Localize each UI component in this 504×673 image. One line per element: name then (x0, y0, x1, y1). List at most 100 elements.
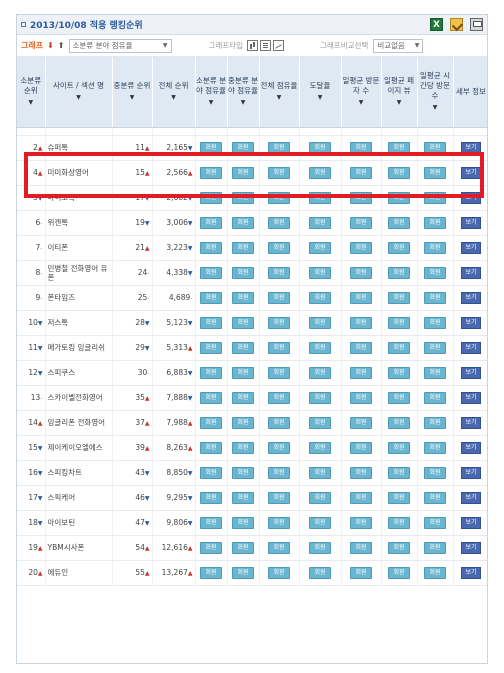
member-only-button[interactable]: 회원 (350, 266, 372, 279)
sort-triangle-icon[interactable]: ▼ (196, 98, 227, 108)
sort-triangle-icon[interactable]: ▼ (342, 98, 381, 108)
member-only-button[interactable]: 회원 (268, 416, 290, 429)
view-details-button[interactable]: 보기 (461, 291, 481, 304)
member-only-button[interactable]: 회원 (268, 366, 290, 379)
view-details-button[interactable]: 보기 (461, 366, 481, 379)
sort-triangle-icon[interactable]: ▼ (153, 93, 195, 103)
member-only-button[interactable]: 회원 (200, 566, 222, 579)
sort-triangle-icon[interactable]: ▼ (300, 93, 341, 103)
column-header-5[interactable]: 중분류 분야 점유율 ▼ (227, 57, 260, 128)
member-only-button[interactable]: 회원 (309, 566, 331, 579)
member-only-button[interactable]: 회원 (232, 466, 254, 479)
column-header-10[interactable]: 일평균 시간당 방문수 ▼ (417, 57, 454, 128)
member-only-button[interactable]: 회원 (268, 141, 290, 154)
member-only-button[interactable]: 회원 (388, 291, 410, 304)
member-only-button[interactable]: 회원 (350, 566, 372, 579)
site-name-link[interactable]: 아이고톡 (48, 193, 76, 202)
member-only-button[interactable]: 회원 (232, 491, 254, 504)
member-only-button[interactable]: 회원 (424, 566, 446, 579)
member-only-button[interactable]: 회원 (388, 541, 410, 554)
member-only-button[interactable]: 회원 (309, 341, 331, 354)
member-only-button[interactable]: 회원 (388, 141, 410, 154)
site-name-link[interactable]: 스피쿠스 (48, 368, 76, 377)
view-details-button[interactable]: 보기 (461, 441, 481, 454)
member-only-button[interactable]: 회원 (350, 516, 372, 529)
member-only-button[interactable]: 회원 (309, 466, 331, 479)
member-only-button[interactable]: 회원 (309, 166, 331, 179)
view-details-button[interactable]: 보기 (461, 216, 481, 229)
column-header-7[interactable]: 도달율 ▼ (299, 57, 342, 128)
site-name-link[interactable]: 스픽케어 (48, 493, 76, 502)
view-details-button[interactable]: 보기 (461, 516, 481, 529)
member-only-button[interactable]: 회원 (350, 391, 372, 404)
member-only-button[interactable]: 회원 (388, 466, 410, 479)
column-header-6[interactable]: 전체 점유율 ▼ (259, 57, 300, 128)
member-only-button[interactable]: 회원 (268, 216, 290, 229)
member-only-button[interactable]: 회원 (388, 191, 410, 204)
print-icon[interactable] (470, 18, 483, 31)
member-only-button[interactable]: 회원 (309, 191, 331, 204)
member-only-button[interactable]: 회원 (268, 466, 290, 479)
member-only-button[interactable]: 회원 (309, 316, 331, 329)
site-name-link[interactable]: YBM시사폰 (48, 543, 85, 552)
site-name-link[interactable]: 슈퍼톡 (48, 143, 69, 152)
member-only-button[interactable]: 회원 (424, 166, 446, 179)
member-only-button[interactable]: 회원 (309, 541, 331, 554)
member-only-button[interactable]: 회원 (424, 341, 446, 354)
member-only-button[interactable]: 회원 (388, 166, 410, 179)
member-only-button[interactable]: 회원 (309, 141, 331, 154)
view-details-button[interactable]: 보기 (461, 491, 481, 504)
view-details-button[interactable]: 보기 (461, 466, 481, 479)
site-name-link[interactable]: 에듀인 (48, 568, 69, 577)
category-select[interactable]: 소분류 분야 점유율 ▼ (68, 38, 172, 53)
member-only-button[interactable]: 회원 (388, 441, 410, 454)
list-icon[interactable] (260, 40, 271, 51)
member-only-button[interactable]: 회원 (388, 391, 410, 404)
member-only-button[interactable]: 회원 (388, 316, 410, 329)
site-name-link[interactable]: 위캔톡 (48, 218, 69, 227)
column-header-1[interactable]: 사이트 / 섹션 명 ▼ (45, 57, 113, 128)
member-only-button[interactable]: 회원 (309, 241, 331, 254)
member-only-button[interactable]: 회원 (232, 191, 254, 204)
site-name-link[interactable]: 미미화상영어 (48, 168, 89, 177)
site-name-link[interactable]: 스피킹차트 (48, 468, 83, 477)
member-only-button[interactable]: 회원 (232, 216, 254, 229)
member-only-button[interactable]: 회원 (232, 166, 254, 179)
member-only-button[interactable]: 회원 (309, 416, 331, 429)
member-only-button[interactable]: 회원 (309, 441, 331, 454)
member-only-button[interactable]: 회원 (424, 491, 446, 504)
view-details-button[interactable]: 보기 (461, 141, 481, 154)
member-only-button[interactable]: 회원 (232, 441, 254, 454)
member-only-button[interactable]: 회원 (268, 191, 290, 204)
member-only-button[interactable]: 회원 (350, 541, 372, 554)
member-only-button[interactable]: 회원 (232, 391, 254, 404)
member-only-button[interactable]: 회원 (232, 241, 254, 254)
member-only-button[interactable]: 회원 (424, 316, 446, 329)
member-only-button[interactable]: 회원 (350, 341, 372, 354)
member-only-button[interactable]: 회원 (350, 491, 372, 504)
column-header-0[interactable]: 소분류 순위 ▼ (17, 57, 46, 128)
member-only-button[interactable]: 회원 (350, 466, 372, 479)
member-only-button[interactable]: 회원 (232, 266, 254, 279)
view-details-button[interactable]: 보기 (461, 341, 481, 354)
member-only-button[interactable]: 회원 (200, 491, 222, 504)
member-only-button[interactable]: 회원 (388, 516, 410, 529)
member-only-button[interactable]: 회원 (232, 541, 254, 554)
sort-triangle-icon[interactable]: ▼ (17, 98, 45, 108)
view-details-button[interactable]: 보기 (461, 241, 481, 254)
column-header-8[interactable]: 일평균 방문자 수 ▼ (341, 57, 382, 128)
member-only-button[interactable]: 회원 (232, 341, 254, 354)
member-only-button[interactable]: 회원 (424, 241, 446, 254)
sort-triangle-icon[interactable]: ▼ (228, 98, 259, 108)
member-only-button[interactable]: 회원 (200, 516, 222, 529)
member-only-button[interactable]: 회원 (268, 566, 290, 579)
member-only-button[interactable]: 회원 (309, 516, 331, 529)
member-only-button[interactable]: 회원 (200, 341, 222, 354)
site-name-link[interactable]: 메가토킹 잉글리쉬 (48, 343, 106, 352)
member-only-button[interactable]: 회원 (350, 141, 372, 154)
column-header-2[interactable]: 중분류 순위 ▼ (112, 57, 153, 128)
member-only-button[interactable]: 회원 (424, 266, 446, 279)
view-details-button[interactable]: 보기 (461, 266, 481, 279)
member-only-button[interactable]: 회원 (350, 316, 372, 329)
line-chart-icon[interactable] (273, 40, 284, 51)
